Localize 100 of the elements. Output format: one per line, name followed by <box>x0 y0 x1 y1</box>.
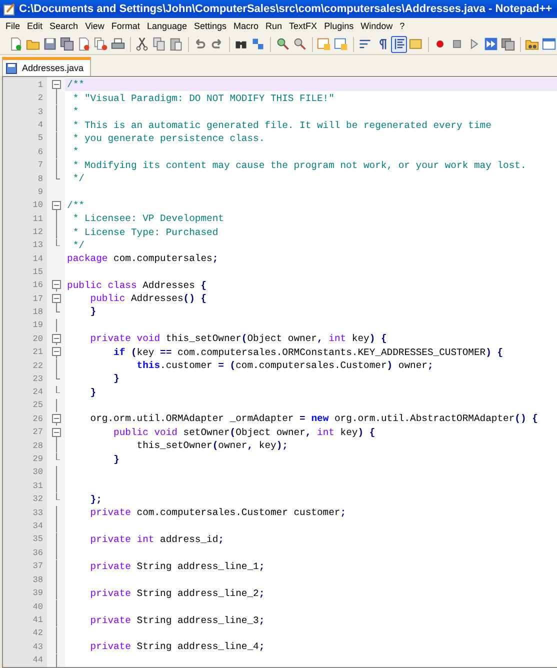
line-number: 7 <box>36 159 44 172</box>
fast-forward-icon <box>484 37 498 51</box>
menu-item[interactable]: Search <box>46 21 82 31</box>
menu-item[interactable]: Language <box>143 21 190 31</box>
code-line: * Modifying its content may cause the program not work, or your work may lost. <box>72 158 528 172</box>
close-files-button[interactable] <box>93 36 109 52</box>
menu-item[interactable]: Run <box>262 21 286 31</box>
copy-button[interactable] <box>151 36 168 52</box>
code-line: /** <box>66 198 86 212</box>
line-number: 18 <box>32 306 44 319</box>
line-number: 5 <box>36 132 44 146</box>
copy-icon <box>152 37 166 51</box>
line-number: 26 <box>32 412 44 426</box>
code-line: private String address_line_1; <box>89 560 266 573</box>
line-number: 9 <box>36 186 44 198</box>
menu-item[interactable]: ? <box>396 21 408 31</box>
line-number: 42 <box>32 627 44 640</box>
menu-item[interactable]: Edit <box>24 21 46 31</box>
word-wrap-icon <box>358 37 372 51</box>
fold-minus-icon[interactable] <box>52 278 60 292</box>
code-line: org.orm.util.ORMAdapter _ormAdapter = new org.orm.util.AbstractORMAdapter() { <box>89 412 539 426</box>
code-line: * This is an automatic generated file. It will be regenerated every time <box>72 118 492 132</box>
indent-guide-button[interactable] <box>390 36 407 52</box>
floppy-disks-button[interactable] <box>59 36 75 52</box>
code-line: private String address_line_4; <box>89 640 266 654</box>
line-number: 34 <box>32 520 44 533</box>
line-number: 15 <box>32 266 44 278</box>
code-line: this_setOwner(owner, key); <box>136 439 289 452</box>
line-number: 35 <box>32 533 44 546</box>
clipboard-button[interactable] <box>168 36 184 52</box>
line-number: 39 <box>32 587 44 600</box>
zoom-in-icon <box>276 37 290 51</box>
line-number: 3 <box>36 106 44 118</box>
fold-minus-icon[interactable] <box>52 198 60 212</box>
line-number: 27 <box>32 426 44 440</box>
line-number: 40 <box>32 600 44 614</box>
fold-minus-icon[interactable] <box>52 78 60 92</box>
new-file-button[interactable] <box>8 36 24 52</box>
line-number: 29 <box>32 453 44 466</box>
fast-forward-button[interactable] <box>482 36 499 52</box>
menu-item[interactable]: Window <box>357 21 396 31</box>
code-line: */ <box>72 172 86 186</box>
close-file-button[interactable] <box>76 36 92 52</box>
zoom-in-button[interactable] <box>274 36 290 52</box>
close-file-icon <box>77 37 91 51</box>
line-number: 23 <box>32 372 44 386</box>
line-number: 43 <box>32 640 44 654</box>
code-line: * License Type: Purchased <box>72 226 220 239</box>
window-icon <box>542 37 556 51</box>
menu-item[interactable]: TextFX <box>286 21 321 31</box>
line-number: 44 <box>32 654 44 667</box>
fold-minus-icon[interactable] <box>52 412 60 426</box>
code-line: private com.computersales.Customer customer; <box>89 506 348 520</box>
code-line: */ <box>72 238 86 252</box>
menu-item[interactable]: Macro <box>230 21 262 31</box>
line-number: 30 <box>32 466 44 480</box>
folder-icon <box>26 37 40 51</box>
scissors-button[interactable] <box>134 36 150 52</box>
window-title: C:\Documents and Settings\John\ComputerSales\src\com\computersales\Addresses.java - Notepad++ <box>19 3 552 15</box>
printer-icon <box>111 37 125 51</box>
floppy-disk-button[interactable] <box>42 36 58 52</box>
menu-item[interactable]: Format <box>108 21 144 31</box>
code-line: private void this_setOwner(Object owner, int key) { <box>89 332 388 346</box>
code-line: } <box>112 452 120 466</box>
undo-icon <box>193 37 208 51</box>
sync-vertical-button[interactable] <box>316 36 332 52</box>
line-number: 1 <box>36 78 44 92</box>
fold-minus-icon[interactable] <box>52 332 60 346</box>
code-line: * "Visual Paradigm: DO NOT MODIFY THIS FILE!" <box>72 92 336 105</box>
menu-item[interactable]: View <box>82 21 108 31</box>
line-number: 12 <box>32 226 44 239</box>
fold-minus-icon[interactable] <box>52 345 60 359</box>
code-line: private int address_id; <box>89 532 225 546</box>
window-button[interactable] <box>541 36 557 52</box>
file-tab[interactable]: Addresses.java <box>2 57 91 76</box>
save-macro-button[interactable] <box>500 36 516 52</box>
line-number: 4 <box>36 119 44 132</box>
code-line: package com.computersales; <box>66 252 220 266</box>
code-line: } <box>89 305 98 319</box>
code-line: * <box>72 105 80 118</box>
menu-item[interactable]: Plugins <box>320 21 358 31</box>
line-number: 19 <box>32 319 44 332</box>
fold-minus-icon[interactable] <box>52 292 60 306</box>
line-number: 13 <box>32 239 44 252</box>
sync-horizontal-button[interactable] <box>332 36 349 52</box>
notepad-icon <box>3 2 16 16</box>
line-number: 2 <box>36 92 44 105</box>
zoom-out-button[interactable] <box>292 36 308 52</box>
line-number: 22 <box>32 360 44 372</box>
line-number: 17 <box>32 292 44 306</box>
code-line: public Addresses() { <box>89 292 208 306</box>
line-number: 33 <box>32 506 44 520</box>
scissors-icon <box>135 37 150 51</box>
menu-item[interactable]: File <box>2 21 24 31</box>
line-number: 31 <box>32 480 44 493</box>
line-number: 28 <box>32 440 44 452</box>
fold-minus-icon[interactable] <box>52 426 60 440</box>
zoom-out-icon <box>292 37 306 51</box>
menu-item[interactable]: Settings <box>190 21 230 31</box>
code-editor[interactable] <box>2 76 557 668</box>
